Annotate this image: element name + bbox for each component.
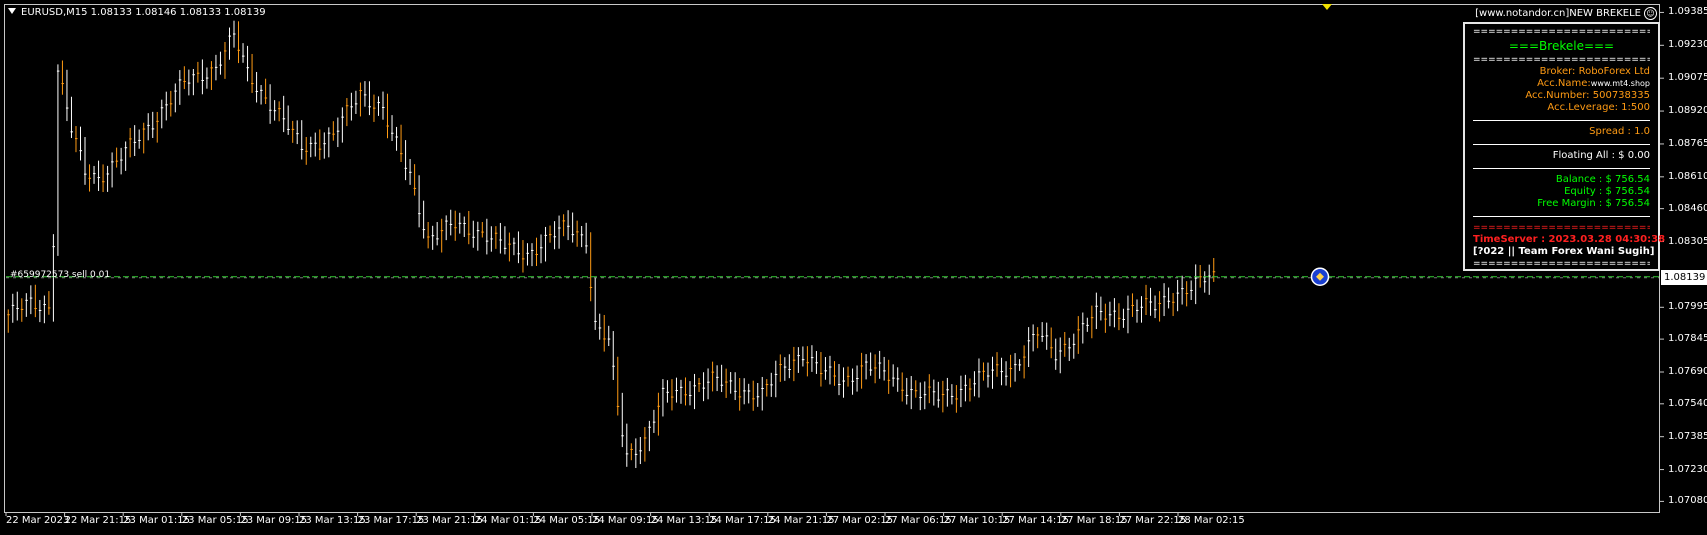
indicator-header: [www.notandor.cn]NEW BREKELE ☺	[1475, 7, 1657, 20]
chart-window[interactable]: EURUSD,M15 1.08133 1.08146 1.08133 1.081…	[0, 0, 1707, 535]
free-margin-text: Free Margin : $ 756.54	[1537, 198, 1650, 209]
time-tick-label: 23 Mar 13:15	[299, 515, 366, 526]
price-tick-label: 1.09385	[1668, 6, 1707, 18]
broker-text: Broker: RoboForex Ltd	[1539, 66, 1650, 77]
acc-name-row: Acc.Name:www.mt4.shop	[1473, 78, 1650, 90]
panel-separator: ==========================	[1473, 27, 1650, 37]
team-text: [?022 || Team Forex Wani Sugih]	[1473, 246, 1655, 257]
time-tick-label: 27 Mar 14:15	[1002, 515, 1069, 526]
floating-text: Floating All : $ 0.00	[1552, 150, 1650, 161]
time-tick-label: 23 Mar 05:15	[181, 515, 249, 526]
time-tick-label: 24 Mar 17:15	[709, 515, 776, 526]
price-tick-label: 1.09230	[1668, 39, 1707, 51]
time-tick-label: 23 Mar 21:15	[416, 515, 483, 526]
acc-number-text: Acc.Number: 500738335	[1525, 90, 1650, 101]
smiley-icon[interactable]: ☺	[1644, 7, 1657, 20]
time-tick-label: 27 Mar 18:15	[1060, 515, 1128, 526]
panel-divider	[1473, 144, 1650, 145]
price-tick-label: 1.08610	[1668, 170, 1707, 182]
time-tick-label: 24 Mar 01:15	[474, 515, 542, 526]
acc-leverage-text: Acc.Leverage: 1:500	[1547, 102, 1650, 113]
time-tick-label: 23 Mar 01:15	[123, 515, 190, 526]
price-tick-label: 1.08920	[1668, 105, 1707, 117]
dropdown-triangle-icon[interactable]	[8, 8, 16, 14]
price-tick-label: 1.07995	[1668, 301, 1707, 313]
price-tick-label: 1.08460	[1668, 202, 1707, 214]
website-label: [www.notandor.cn]NEW BREKELE	[1475, 8, 1641, 19]
time-tick-label: 24 Mar 05:15	[533, 515, 601, 526]
time-tick-label: 22 Mar 2023	[6, 515, 70, 526]
price-tick-label: 1.07690	[1668, 365, 1707, 377]
time-tick-label: 27 Mar 10:15	[943, 515, 1011, 526]
current-price-label: 1.08139	[1661, 269, 1707, 285]
order-line-label[interactable]: #659972573 sell 0.01	[10, 270, 110, 280]
time-tick-label: 27 Mar 22:15	[1119, 515, 1187, 526]
brekele-info-panel: ========================== ===Brekele===…	[1463, 22, 1666, 271]
time-tick-label: 24 Mar 09:15	[592, 515, 659, 526]
time-tick-label: 24 Mar 13:15	[650, 515, 718, 526]
panel-title: ===Brekele===	[1508, 39, 1615, 53]
panel-divider	[1473, 216, 1650, 217]
panel-divider	[1473, 120, 1650, 121]
acc-name-value: www.mt4.shop	[1590, 79, 1650, 88]
spread-text: Spread : 1.0	[1589, 126, 1650, 137]
price-tick-label: 1.07230	[1668, 463, 1707, 475]
price-chart[interactable]	[0, 0, 1707, 535]
time-tick-label: 24 Mar 21:15	[767, 515, 835, 526]
price-tick-label: 1.07845	[1668, 333, 1707, 345]
time-tick-label: 27 Mar 02:15	[826, 515, 894, 526]
panel-separator: ==========================	[1473, 259, 1650, 269]
current-bar-marker-icon	[1322, 4, 1332, 10]
equity-text: Equity : $ 756.54	[1564, 186, 1650, 197]
price-tick-label: 1.08765	[1668, 137, 1707, 149]
panel-separator: ==========================	[1473, 55, 1650, 65]
time-tick-label: 28 Mar 02:15	[1178, 515, 1245, 526]
panel-divider	[1473, 168, 1650, 169]
time-tick-label: 23 Mar 09:15	[240, 515, 308, 526]
price-tick-label: 1.09075	[1668, 72, 1707, 84]
price-tick-label: 1.08305	[1668, 235, 1707, 247]
time-server-text: TimeServer : 2023.03.28 04:30:38	[1473, 234, 1666, 245]
price-tick-label: 1.07385	[1668, 430, 1707, 442]
symbol-quote: EURUSD,M15 1.08133 1.08146 1.08133 1.081…	[21, 7, 266, 18]
acc-name-label: Acc.Name:	[1537, 78, 1591, 89]
balance-text: Balance : $ 756.54	[1555, 174, 1650, 185]
time-tick-label: 27 Mar 06:15	[885, 515, 952, 526]
price-tick-label: 1.07080	[1668, 495, 1707, 507]
time-tick-label: 22 Mar 21:15	[64, 515, 132, 526]
time-tick-label: 23 Mar 17:15	[357, 515, 425, 526]
panel-separator-red: ==========================	[1473, 223, 1650, 233]
trade-marker-icon	[1310, 267, 1330, 286]
price-tick-label: 1.07540	[1668, 397, 1707, 409]
chart-title: EURUSD,M15 1.08133 1.08146 1.08133 1.081…	[8, 7, 266, 18]
